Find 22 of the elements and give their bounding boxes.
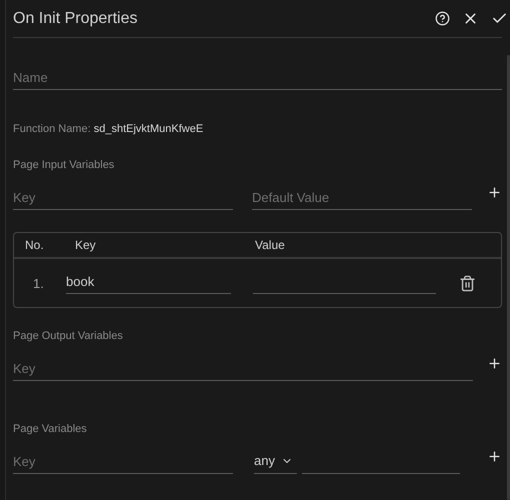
- key-field[interactable]: book: [66, 272, 231, 294]
- section-label: Page Input Variables: [13, 159, 114, 171]
- default-value-field[interactable]: Default Value: [252, 188, 472, 210]
- column-header: Value: [255, 238, 286, 252]
- add-icon[interactable]: [487, 449, 502, 464]
- panel-title: On Init Properties: [13, 10, 138, 28]
- scrollbar[interactable]: [507, 55, 510, 500]
- add-icon[interactable]: [487, 356, 502, 371]
- name-field[interactable]: Name: [13, 68, 502, 90]
- help-button[interactable]: [435, 11, 450, 26]
- key-field[interactable]: Key: [13, 452, 233, 474]
- function-name: Function Name: sd_shtEjvktMunKfweE: [13, 123, 204, 135]
- column-header: Key: [75, 238, 97, 252]
- row-number: 1.: [33, 276, 45, 290]
- trash-icon[interactable]: [459, 274, 476, 292]
- column-header: No.: [25, 238, 45, 252]
- add-icon[interactable]: [487, 185, 502, 200]
- section-label: Page Variables: [13, 423, 87, 435]
- key-field[interactable]: Key: [13, 359, 473, 381]
- section-label: Page Output Variables: [13, 330, 123, 342]
- type-dropdown[interactable]: any: [254, 453, 297, 474]
- key-field[interactable]: Key: [13, 188, 233, 210]
